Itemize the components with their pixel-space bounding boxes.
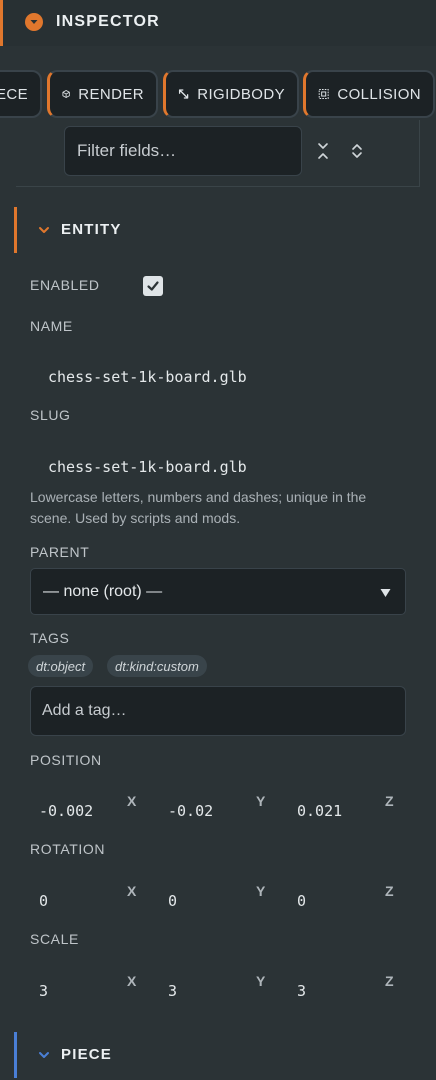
name-label: NAME — [30, 318, 73, 334]
collapse-all-icon[interactable] — [315, 140, 331, 162]
rotation-label: ROTATION — [30, 841, 106, 857]
inspector-header[interactable]: INSPECTOR — [0, 0, 436, 46]
filter-field — [64, 126, 302, 176]
scale-label: SCALE — [30, 931, 79, 947]
rotation-y-field[interactable]: 0 — [168, 892, 177, 910]
expand-all-icon[interactable] — [349, 140, 365, 162]
divider — [419, 120, 420, 186]
axis-x-label: X — [127, 793, 137, 809]
divider — [16, 186, 420, 187]
tag-chip[interactable]: dt:kind:custom — [107, 655, 207, 677]
bounding-box-icon — [318, 89, 329, 99]
scale-x-field[interactable]: 3 — [39, 982, 48, 1000]
axis-z-label: Z — [385, 973, 394, 989]
tab-label: RENDER — [78, 85, 144, 103]
tab-collision[interactable]: COLLISION — [303, 70, 435, 118]
tag-chip[interactable]: dt:object — [28, 655, 94, 677]
tab-label: COLLISION — [337, 85, 421, 103]
rotation-x-field[interactable]: 0 — [39, 892, 48, 910]
tab-piece[interactable]: ECE — [0, 70, 42, 118]
section-accent-bar — [14, 1032, 17, 1078]
parent-label: PARENT — [30, 544, 90, 560]
enabled-checkbox[interactable] — [143, 276, 163, 296]
position-y-field[interactable]: -0.02 — [168, 802, 213, 820]
position-z-field[interactable]: 0.021 — [297, 802, 342, 820]
section-accent-bar — [14, 207, 17, 253]
collapse-circle-icon[interactable] — [25, 13, 43, 31]
chevron-down-icon — [39, 227, 49, 233]
enabled-label: ENABLED — [30, 277, 100, 293]
component-tabs: ECE RENDER RIGIDBODY COLLISION — [0, 70, 436, 118]
axis-y-label: Y — [256, 973, 266, 989]
chevron-down-icon — [39, 1052, 49, 1058]
filter-input[interactable] — [64, 126, 302, 176]
rotation-z-field[interactable]: 0 — [297, 892, 306, 910]
tab-render[interactable]: RENDER — [47, 70, 158, 118]
piece-section-header[interactable]: PIECE — [14, 1032, 420, 1078]
axis-z-label: Z — [385, 883, 394, 899]
slug-field[interactable]: chess-set-1k-board.glb — [48, 458, 247, 476]
position-x-field[interactable]: -0.002 — [39, 802, 93, 820]
parent-select-value: — none (root) — — [43, 582, 163, 600]
caret-down-icon — [380, 589, 391, 597]
inspector-title: INSPECTOR — [56, 13, 160, 30]
axis-y-label: Y — [256, 883, 266, 899]
axis-z-label: Z — [385, 793, 394, 809]
tags-label: TAGS — [30, 630, 70, 646]
slug-help-text: Lowercase letters, numbers and dashes; u… — [30, 489, 367, 526]
axis-x-label: X — [127, 973, 137, 989]
entity-section-header[interactable]: ENTITY — [14, 207, 420, 253]
parent-select[interactable]: — none (root) — — [30, 568, 406, 615]
section-title: PIECE — [61, 1046, 113, 1063]
tab-rigidbody[interactable]: RIGIDBODY — [163, 70, 299, 118]
tab-label: ECE — [0, 85, 28, 103]
tab-label: RIGIDBODY — [197, 85, 285, 103]
inspector-panel: INSPECTOR ECE RENDER RIGIDBODY COLLISION — [0, 0, 436, 1080]
axis-y-label: Y — [256, 793, 266, 809]
axis-x-label: X — [127, 883, 137, 899]
checkmark-icon — [147, 281, 159, 291]
name-field[interactable]: chess-set-1k-board.glb — [48, 368, 247, 386]
scale-y-field[interactable]: 3 — [168, 982, 177, 1000]
resize-icon — [178, 89, 189, 99]
cube-icon — [62, 90, 70, 98]
scale-z-field[interactable]: 3 — [297, 982, 306, 1000]
add-tag-input[interactable] — [30, 686, 406, 736]
position-label: POSITION — [30, 752, 102, 768]
slug-label: SLUG — [30, 407, 71, 423]
section-title: ENTITY — [61, 221, 122, 238]
